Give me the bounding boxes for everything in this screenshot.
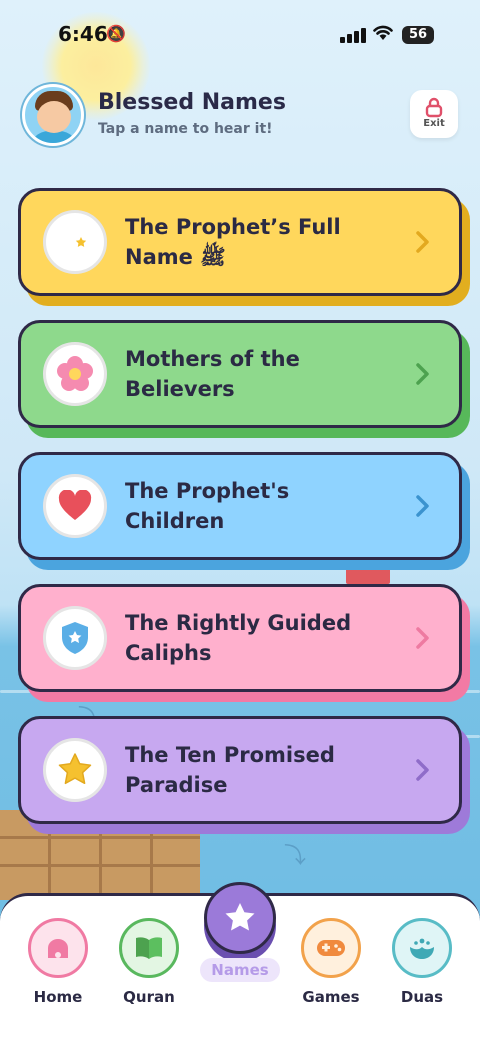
chevron-right-icon xyxy=(416,231,429,253)
status-time: 6:46 xyxy=(58,22,108,46)
avatar[interactable] xyxy=(22,84,84,146)
category-card-mothers[interactable]: Mothers of the Believers xyxy=(18,320,470,438)
page-subtitle: Tap a name to hear it! xyxy=(98,121,273,137)
wifi-icon xyxy=(372,22,394,46)
category-card-full-name[interactable]: The Prophet’s Full Name ﷺ xyxy=(18,188,470,306)
bell-muted-icon: 🔕 xyxy=(106,24,126,43)
heart-icon xyxy=(43,474,107,538)
chevron-right-icon xyxy=(416,495,429,517)
star-icon xyxy=(43,738,107,802)
status-bar: 6:46 🔕 56 xyxy=(0,0,480,70)
exit-button[interactable]: Exit xyxy=(410,90,458,138)
card-title: The Rightly Guided Caliphs xyxy=(125,611,352,665)
chevron-right-icon xyxy=(416,627,429,649)
crescent-star-icon xyxy=(43,210,107,274)
flower-icon xyxy=(43,342,107,406)
star-icon xyxy=(225,903,255,931)
page-title: Blessed Names xyxy=(98,90,286,115)
praying-hands-icon xyxy=(392,918,452,978)
category-card-children[interactable]: The Prophet's Children xyxy=(18,452,470,570)
gamepad-icon xyxy=(301,918,361,978)
shield-star-icon xyxy=(43,606,107,670)
nav-names-label[interactable]: Names xyxy=(200,958,280,982)
cellular-signal-icon xyxy=(340,27,366,43)
nav-label: Games xyxy=(302,988,360,1006)
nav-label: Duas xyxy=(400,988,444,1006)
nav-duas[interactable]: Duas xyxy=(387,918,457,1006)
battery-indicator: 56 xyxy=(402,26,434,44)
nav-home[interactable]: Home xyxy=(23,918,93,1006)
chevron-right-icon xyxy=(416,759,429,781)
nav-quran[interactable]: Quran xyxy=(114,918,184,1006)
nav-label: Quran xyxy=(123,988,175,1006)
nav-games[interactable]: Games xyxy=(296,918,366,1006)
category-card-caliphs[interactable]: The Rightly Guided Caliphs xyxy=(18,584,470,702)
chevron-right-icon xyxy=(416,363,429,385)
category-card-ten-promised[interactable]: The Ten Promised Paradise xyxy=(18,716,470,834)
nav-names-button[interactable] xyxy=(204,882,276,954)
card-title: The Prophet’s Full Name ﷺ xyxy=(125,215,341,269)
book-icon xyxy=(119,918,179,978)
card-title: The Prophet's Children xyxy=(125,479,290,533)
card-title: The Ten Promised Paradise xyxy=(125,743,335,797)
dolphin-icon: ⤵ xyxy=(284,844,307,869)
mosque-icon xyxy=(28,918,88,978)
exit-label: Exit xyxy=(423,118,445,129)
lock-icon xyxy=(425,97,443,118)
card-title: Mothers of the Believers xyxy=(125,347,300,401)
nav-label: Home xyxy=(33,988,83,1006)
